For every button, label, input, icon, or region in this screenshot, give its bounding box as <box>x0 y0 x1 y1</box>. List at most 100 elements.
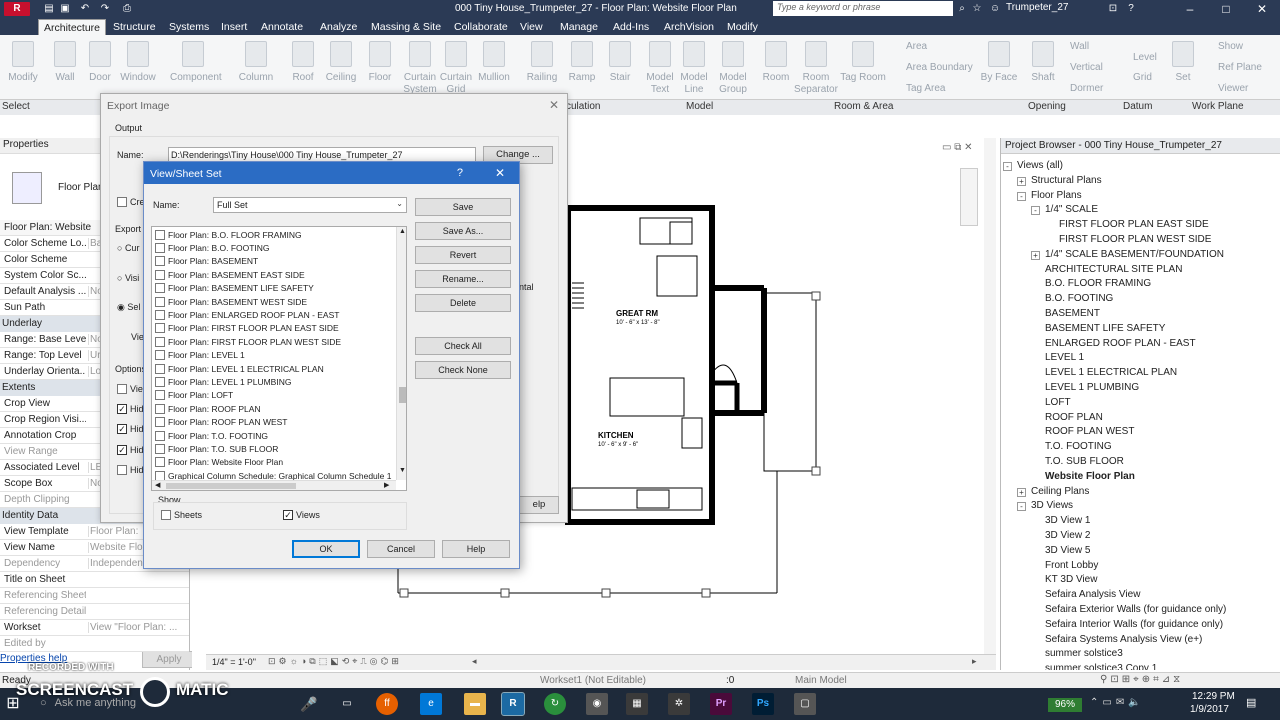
photoshop-icon[interactable]: Ps <box>752 693 774 715</box>
ribbon-group-culation[interactable]: culation <box>566 101 600 112</box>
ribbon-group-work-plane[interactable]: Work Plane <box>1192 101 1244 112</box>
navigation-bar[interactable] <box>960 168 978 226</box>
list-item-checkbox[interactable] <box>155 363 165 374</box>
tab-modify[interactable]: Modify <box>722 19 763 35</box>
ribbon-column-button[interactable]: Column <box>233 39 279 84</box>
browser-node[interactable]: 1/4" SCALE BASEMENT/FOUNDATION <box>1045 249 1224 260</box>
export-help-button[interactable]: elp <box>519 496 559 514</box>
ribbon-small-tag-area[interactable]: Tag Area <box>906 83 945 94</box>
browser-node[interactable]: Structural Plans <box>1031 175 1102 186</box>
list-item[interactable]: Floor Plan: BASEMENT EAST SIDE <box>155 268 305 281</box>
search-input[interactable]: Type a keyword or phrase <box>773 1 953 16</box>
browser-node[interactable]: Website Floor Plan <box>1045 471 1135 482</box>
view-list[interactable]: Floor Plan: B.O. FLOOR FRAMING Floor Plan… <box>151 226 407 491</box>
list-item-checkbox[interactable] <box>155 242 165 253</box>
browser-node[interactable]: ENLARGED ROOF PLAN - EAST <box>1045 338 1196 349</box>
tab-architecture[interactable]: Architecture <box>38 19 107 35</box>
list-item[interactable]: Floor Plan: Website Floor Plan <box>155 456 283 469</box>
list-item[interactable]: Floor Plan: LEVEL 1 <box>155 349 245 362</box>
tab-structure[interactable]: Structure <box>108 19 161 35</box>
tab-archvision[interactable]: ArchVision <box>659 19 719 35</box>
ok-button[interactable]: OK <box>292 540 360 558</box>
ribbon-small-ref-plane[interactable]: Ref Plane <box>1218 62 1262 73</box>
list-item[interactable]: Floor Plan: ENLARGED ROOF PLAN - EAST <box>155 308 339 321</box>
tray-icons[interactable]: ⌃▭✉🔈 <box>1090 697 1145 708</box>
apply-button[interactable]: Apply <box>142 651 196 668</box>
browser-node[interactable]: Sefaira Exterior Walls (for guidance onl… <box>1045 604 1226 615</box>
ribbon-model-group-button[interactable]: Model Group <box>710 39 756 96</box>
property-row[interactable]: Title on Sheet <box>0 572 189 588</box>
tab-systems[interactable]: Systems <box>164 19 214 35</box>
hscroll-thumb[interactable] <box>166 483 296 489</box>
ribbon-shaft-button[interactable]: Shaft <box>1020 39 1066 84</box>
browser-node[interactable]: LEVEL 1 <box>1045 352 1084 363</box>
ribbon-window-button[interactable]: Window <box>115 39 161 84</box>
scroll-left-icon[interactable]: ◂ <box>472 656 477 667</box>
ribbon-tag-room-button[interactable]: Tag Room <box>840 39 886 84</box>
ribbon-small-show[interactable]: Show <box>1218 41 1243 52</box>
list-item-checkbox[interactable] <box>155 443 165 454</box>
property-value[interactable]: View "Floor Plan: ... <box>88 622 188 633</box>
minimize-icon[interactable]: – <box>1172 0 1208 18</box>
close-icon[interactable]: ✕ <box>549 98 559 112</box>
clock-time[interactable]: 12:29 PM <box>1192 691 1235 702</box>
canvas-window-controls[interactable]: ▭ ⧉ ✕ <box>942 142 973 153</box>
browser-node[interactable]: Sefaira Analysis View <box>1045 589 1140 600</box>
ribbon-small-grid[interactable]: Grid <box>1133 72 1152 83</box>
ribbon-modify-button[interactable]: Modify <box>0 39 46 84</box>
tab-insert[interactable]: Insert <box>216 19 252 35</box>
maximize-icon[interactable]: □ <box>1208 0 1244 18</box>
user-name[interactable]: Trumpeter_27 <box>1006 2 1068 13</box>
property-row[interactable]: Referencing Detail <box>0 604 189 620</box>
ribbon-group-room-area[interactable]: Room & Area <box>834 101 893 112</box>
ribbon-small-viewer[interactable]: Viewer <box>1218 83 1248 94</box>
list-item-checkbox[interactable] <box>155 376 165 387</box>
list-item[interactable]: Floor Plan: FIRST FLOOR PLAN WEST SIDE <box>155 335 341 348</box>
ribbon-small-vertical[interactable]: Vertical <box>1070 62 1103 73</box>
list-item-checkbox[interactable] <box>155 403 165 414</box>
firefox-icon[interactable]: ff <box>376 693 398 715</box>
list-item[interactable]: Floor Plan: B.O. FLOOR FRAMING <box>155 228 302 241</box>
scroll-thumb[interactable] <box>399 387 406 403</box>
browser-node[interactable]: LEVEL 1 ELECTRICAL PLAN <box>1045 367 1177 378</box>
property-row[interactable]: Referencing Sheet <box>0 588 189 604</box>
expand-icon[interactable]: + <box>1031 250 1040 260</box>
browser-node[interactable]: KT 3D View <box>1045 574 1097 585</box>
list-item[interactable]: Floor Plan: LEVEL 1 ELECTRICAL PLAN <box>155 362 324 375</box>
browser-node[interactable]: LOFT <box>1045 397 1071 408</box>
vertical-scrollbar[interactable] <box>984 138 996 658</box>
browser-node[interactable]: summer solstice3 <box>1045 648 1123 659</box>
ribbon-small-area-boundary[interactable]: Area Boundary <box>906 62 973 73</box>
ribbon-mullion-button[interactable]: Mullion <box>471 39 517 84</box>
browser-node[interactable]: B.O. FOOTING <box>1045 293 1113 304</box>
rename-button[interactable]: Rename... <box>415 270 511 288</box>
premiere-icon[interactable]: Pr <box>710 693 732 715</box>
list-item[interactable]: Floor Plan: ROOF PLAN WEST <box>155 416 288 429</box>
tab-analyze[interactable]: Analyze <box>315 19 362 35</box>
views-checkbox[interactable]: Views <box>283 510 320 520</box>
scroll-down-icon[interactable]: ▼ <box>397 467 406 474</box>
check-all-button[interactable]: Check All <box>415 337 511 355</box>
ribbon-group-select[interactable]: Select <box>2 101 30 112</box>
redo-icon[interactable]: ↷ <box>98 2 112 16</box>
binoculars-icon[interactable]: ⌕ <box>955 2 969 16</box>
list-item[interactable]: Floor Plan: LOFT <box>155 389 233 402</box>
browser-node[interactable]: FIRST FLOOR PLAN EAST SIDE <box>1059 219 1209 230</box>
collapse-icon[interactable]: - <box>1017 502 1026 512</box>
ribbon-small-area[interactable]: Area <box>906 41 927 52</box>
browser-node[interactable]: 3D Views <box>1031 500 1073 511</box>
list-item[interactable]: Floor Plan: ROOF PLAN <box>155 402 261 415</box>
revit-taskbar-icon[interactable]: R <box>501 692 525 716</box>
calculator-icon[interactable]: ▦ <box>626 693 648 715</box>
create-checkbox[interactable]: Cre <box>117 197 145 207</box>
app-icon[interactable]: ▢ <box>794 693 816 715</box>
clock-date[interactable]: 1/9/2017 <box>1190 704 1229 715</box>
cancel-button[interactable]: Cancel <box>367 540 435 558</box>
revert-button[interactable]: Revert <box>415 246 511 264</box>
list-item[interactable]: Floor Plan: BASEMENT <box>155 255 258 268</box>
delete-button[interactable]: Delete <box>415 294 511 312</box>
list-item-checkbox[interactable] <box>155 283 165 294</box>
list-item-checkbox[interactable] <box>155 457 165 468</box>
ribbon-small-wall[interactable]: Wall <box>1070 41 1089 52</box>
list-horizontal-scrollbar[interactable]: ◀ ▶ <box>152 480 396 490</box>
